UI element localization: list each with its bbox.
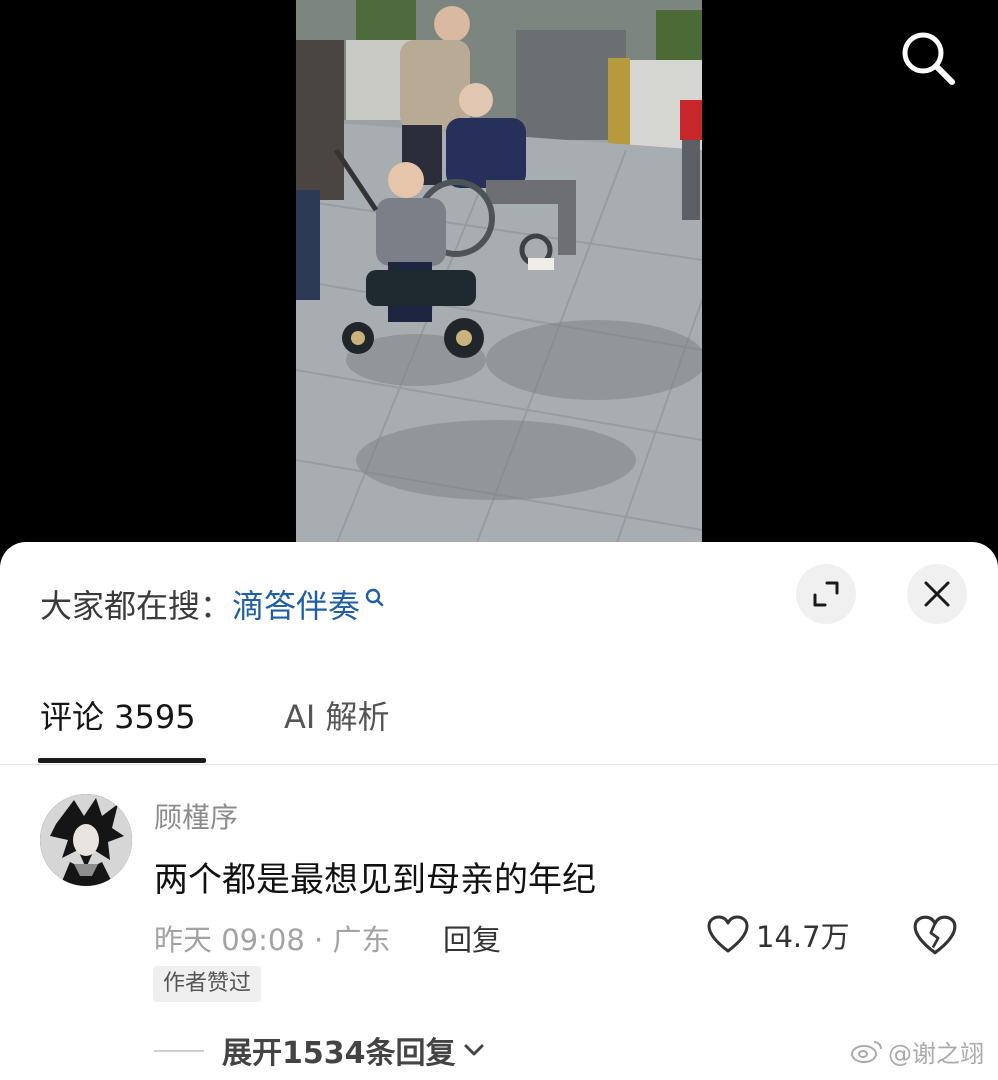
- trending-term: 滴答伴奏: [232, 587, 361, 625]
- video-photo: [296, 0, 702, 545]
- comment-time-location: 昨天 09:08 · 广东: [154, 923, 391, 957]
- dislike-button[interactable]: [912, 914, 958, 958]
- tab-ai-analysis[interactable]: AI 解析: [284, 692, 390, 738]
- close-icon: [924, 581, 950, 607]
- watermark: @谢之翊: [850, 1036, 984, 1068]
- watermark-text: @谢之翊: [888, 1039, 984, 1068]
- chevron-down-icon: [464, 1044, 483, 1056]
- broken-heart-icon: [913, 915, 957, 955]
- expand-replies-label: 展开1534条回复: [222, 1036, 456, 1071]
- comment-username[interactable]: 顾槿序: [154, 796, 238, 836]
- expand-replies-button[interactable]: 展开1534条回复: [222, 1030, 484, 1071]
- divider: [0, 764, 998, 765]
- expand-button[interactable]: [796, 564, 856, 624]
- expand-divider: [154, 1050, 204, 1052]
- author-liked-badge: 作者赞过: [153, 966, 262, 1002]
- reply-button[interactable]: 回复: [443, 917, 501, 959]
- active-tab-indicator: [38, 758, 206, 763]
- search-icon: [902, 32, 955, 85]
- close-button[interactable]: [907, 564, 967, 624]
- tab-comments[interactable]: 评论 3595: [40, 692, 196, 738]
- trending-search-link[interactable]: 滴答伴奏: [232, 581, 386, 627]
- comment-text: 两个都是最想见到母亲的年纪: [154, 860, 596, 900]
- weibo-logo-icon: [851, 1041, 882, 1063]
- like-button[interactable]: 14.7万: [706, 912, 850, 958]
- trending-prefix: 大家都在搜：: [40, 587, 233, 625]
- expand-icon: [813, 581, 839, 607]
- heart-icon: [707, 915, 749, 953]
- avatar[interactable]: [40, 794, 132, 886]
- trending-search: 大家都在搜： 滴答伴奏: [40, 582, 386, 626]
- comment-tabs: 评论 3595 AI 解析: [0, 692, 998, 764]
- video-player[interactable]: [0, 0, 998, 560]
- search-button[interactable]: [896, 26, 960, 90]
- like-count: 14.7万: [756, 920, 850, 954]
- comments-sheet: 大家都在搜： 滴答伴奏 评论 3595 AI 解析 顾槿序 两个都是最想见到母亲…: [0, 542, 998, 1080]
- video-frame: [296, 0, 702, 545]
- search-small-icon: [365, 588, 384, 607]
- avatar-image: [40, 794, 132, 886]
